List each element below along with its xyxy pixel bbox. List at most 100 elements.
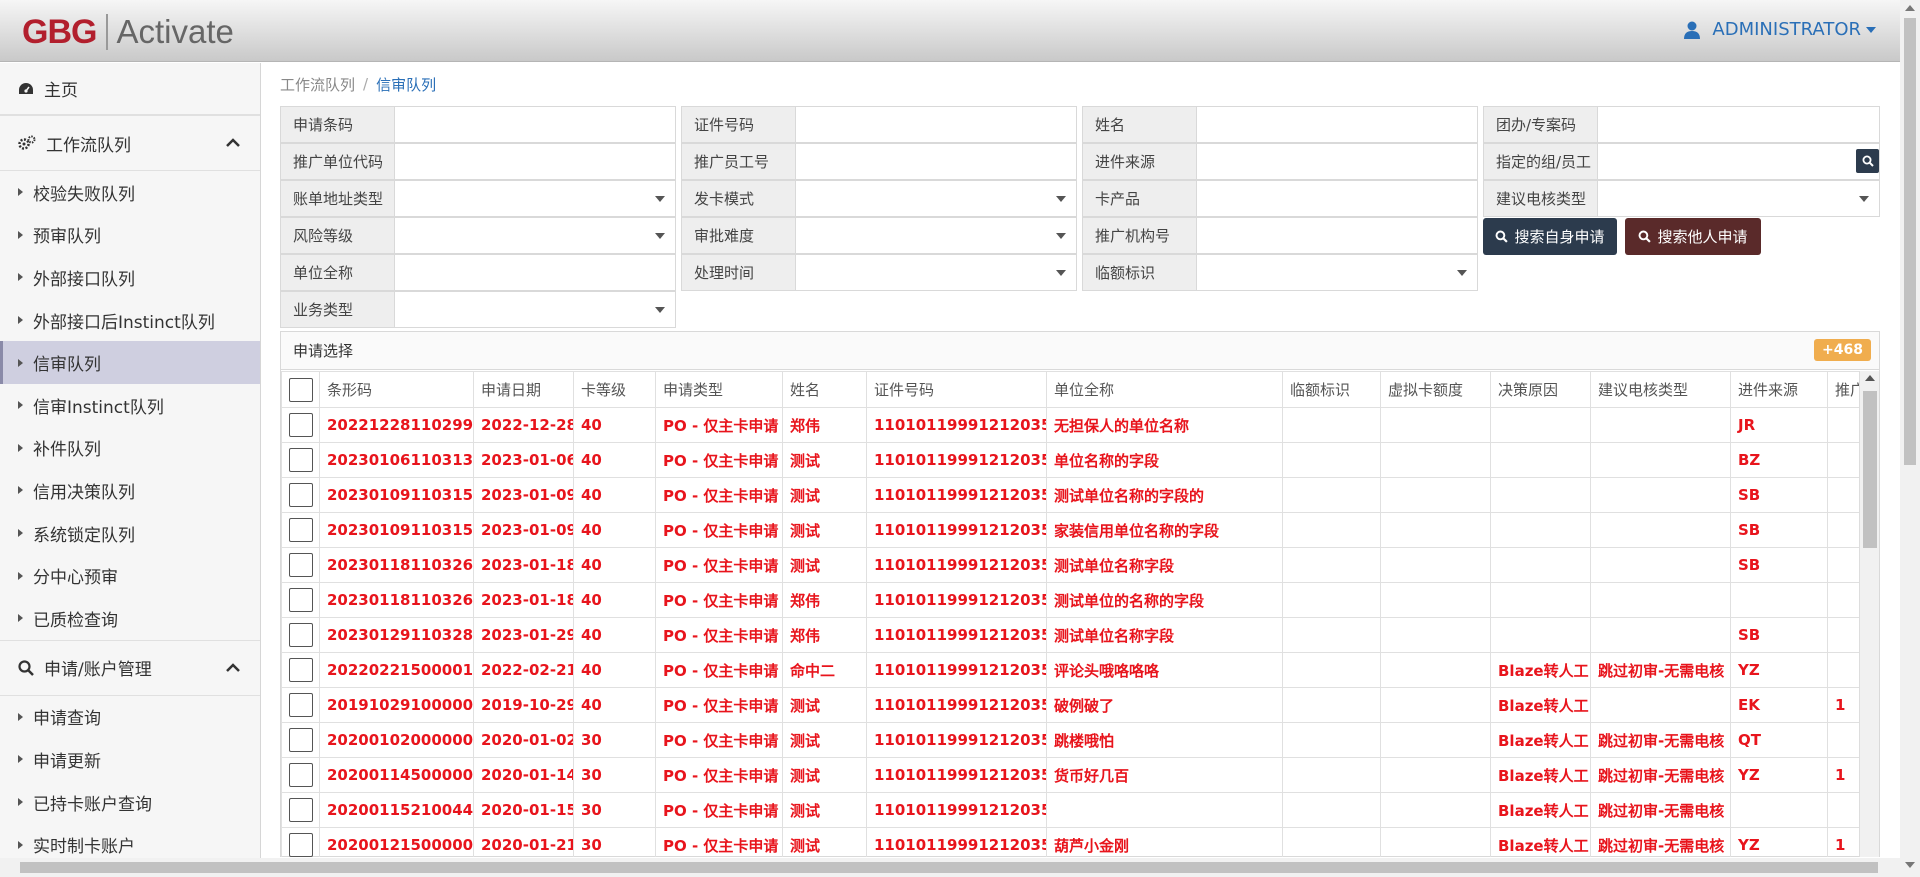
table-row[interactable]: 202301181103263 2023-01-18 40 PO - 仅主卡申请 郑伟 1… [281,582,1861,618]
col-promo[interactable]: 推广 [1827,371,1861,408]
row-checkbox[interactable] [288,518,313,542]
col-name[interactable]: 姓名 [782,371,867,408]
row-checkbox[interactable] [288,413,313,437]
row-checkbox[interactable] [288,763,313,787]
row-checkbox[interactable] [288,588,313,612]
temp-limit-flag-select[interactable] [1197,255,1477,290]
sidebar-item-card-account-query[interactable]: 已持卡账户查询 [0,781,260,824]
table-row[interactable]: 202001145000001 2020-01-14 30 PO - 仅主卡申请 测试 1… [281,757,1861,793]
approval-difficulty-select[interactable] [796,218,1076,253]
select-all-checkbox[interactable] [288,377,313,402]
sidebar-item-credit-instinct[interactable]: 信审Instinct队列 [0,384,260,427]
col-virtual-limit[interactable]: 虚拟卡额度 [1380,371,1491,408]
filter-card-product: 卡产品 [1082,180,1478,217]
sidebar-item-credit-review[interactable]: 信审队列 [0,341,260,384]
sidebar-item-realtime-card[interactable]: 实时制卡账户 [0,823,260,858]
table-row[interactable]: 201910291000002 2019-10-29 40 PO - 仅主卡申请 测试 1… [281,687,1861,723]
search-self-button[interactable]: 搜索自身申请 [1483,218,1617,255]
promo-unit-code-input[interactable] [395,144,675,179]
sidebar-item-supplement[interactable]: 补件队列 [0,427,260,470]
id-number-input[interactable] [796,107,1076,142]
sidebar-item-system-locked[interactable]: 系统锁定队列 [0,512,260,555]
risk-level-select[interactable] [395,218,675,253]
col-decision-reason[interactable]: 决策原因 [1490,371,1591,408]
app-barcode-input[interactable] [395,107,675,142]
col-temp-limit[interactable]: 临额标识 [1282,371,1381,408]
table-row[interactable]: 202202215000019 2022-02-21 40 PO - 仅主卡申请 命中二… [281,652,1861,688]
breadcrumb-parent[interactable]: 工作流队列 [280,74,355,95]
sidebar-section-application[interactable]: 申请/账户管理 [0,639,260,696]
scroll-up-icon[interactable] [1905,5,1915,11]
scrollbar-thumb[interactable] [20,862,1878,873]
col-source[interactable]: 进件来源 [1730,371,1828,408]
sidebar-item-credit-decision[interactable]: 信用决策队列 [0,469,260,512]
table-row[interactable]: 202301091103158 2023-01-09 40 PO - 仅主卡申请 测试 1… [281,512,1861,548]
scrollbar-thumb[interactable] [1904,18,1916,465]
app-logo[interactable]: GBG Activate [22,12,234,52]
row-checkbox[interactable] [288,693,313,717]
page-scrollbar-horizontal[interactable] [0,858,1900,877]
row-checkbox[interactable] [288,798,313,822]
sidebar-item-external-api[interactable]: 外部接口队列 [0,256,260,299]
row-checkbox[interactable] [288,553,313,577]
page-scrollbar-vertical[interactable] [1900,0,1920,877]
col-suggest-call[interactable]: 建议电核类型 [1590,371,1731,408]
row-checkbox[interactable] [288,658,313,682]
search-others-button[interactable]: 搜索他人申请 [1625,218,1761,255]
sidebar-section-workflow[interactable]: 工作流队列 [0,115,260,171]
sidebar-item-qc-query[interactable]: 已质检查询 [0,597,260,640]
row-checkbox[interactable] [288,833,313,857]
scrollbar-thumb[interactable] [1863,391,1877,548]
table-cell: 葫芦小金刚 [1046,827,1283,857]
table-cell: 202001020000002 [319,722,474,758]
col-app-date[interactable]: 申请日期 [473,371,574,408]
sidebar-item-home[interactable]: 主页 [0,63,260,115]
col-barcode[interactable]: 条形码 [319,371,474,408]
table-row[interactable]: 202212281102990 2022-12-28 40 PO - 仅主卡申请 郑伟 1… [281,407,1861,443]
table-row[interactable]: 202301061103130 2023-01-06 40 PO - 仅主卡申请 测试 1… [281,442,1861,478]
table-scrollbar[interactable] [1859,371,1879,857]
card-product-input[interactable] [1197,181,1477,216]
table-cell: 40 [573,442,656,478]
col-id-number[interactable]: 证件号码 [866,371,1047,408]
table-row[interactable]: 202001215000001 2020-01-21 30 PO - 仅主卡申请 测试 1… [281,827,1861,857]
col-company[interactable]: 单位全称 [1046,371,1283,408]
table-row[interactable]: 202301291103280 2023-01-29 40 PO - 仅主卡申请 郑伟 1… [281,617,1861,653]
process-time-select[interactable] [796,255,1076,290]
suggest-call-type-select[interactable] [1598,181,1879,216]
sidebar-item-app-update[interactable]: 申请更新 [0,738,260,781]
col-card-level[interactable]: 卡等级 [573,371,656,408]
promo-org-input[interactable] [1197,218,1477,253]
group-code-input[interactable] [1598,107,1879,142]
col-app-type[interactable]: 申请类型 [655,371,783,408]
table-cell: 跳过初审-无需电核 [1590,792,1731,828]
assigned-input[interactable] [1598,144,1879,179]
field-label: 风险等级 [281,218,395,253]
user-menu[interactable]: ADMINISTRATOR [1684,19,1876,40]
sidebar-item-app-query[interactable]: 申请查询 [0,696,260,739]
biz-type-select[interactable] [395,292,675,327]
sidebar-item-branch-pre-review[interactable]: 分中心预审 [0,554,260,597]
table-row[interactable]: 202001152100444 2020-01-15 30 PO - 仅主卡申请 测试 1… [281,792,1861,828]
scroll-up-icon[interactable] [1865,375,1875,381]
table-row[interactable]: 202301091103157 2023-01-09 40 PO - 仅主卡申请 测试 1… [281,477,1861,513]
sidebar-item-pre-review[interactable]: 预审队列 [0,214,260,257]
sidebar-item-validation-failed[interactable]: 校验失败队列 [0,171,260,214]
row-select-cell [281,757,320,793]
bill-addr-type-select[interactable] [395,181,675,216]
row-checkbox[interactable] [288,448,313,472]
search-icon[interactable] [1856,149,1879,173]
promoter-id-input[interactable] [796,144,1076,179]
table-row[interactable]: 202301181103265 2023-01-18 40 PO - 仅主卡申请 测试 1… [281,547,1861,583]
breadcrumb-separator: / [363,75,369,93]
source-input[interactable] [1197,144,1477,179]
table-row[interactable]: 202001020000002 2020-01-02 30 PO - 仅主卡申请 测试 1… [281,722,1861,758]
sidebar-item-external-instinct[interactable]: 外部接口后Instinct队列 [0,299,260,342]
name-input[interactable] [1197,107,1477,142]
scroll-down-icon[interactable] [1905,862,1915,868]
company-name-input[interactable] [395,255,675,290]
row-checkbox[interactable] [288,483,313,507]
row-checkbox[interactable] [288,623,313,647]
row-checkbox[interactable] [288,728,313,752]
issue-mode-select[interactable] [796,181,1076,216]
